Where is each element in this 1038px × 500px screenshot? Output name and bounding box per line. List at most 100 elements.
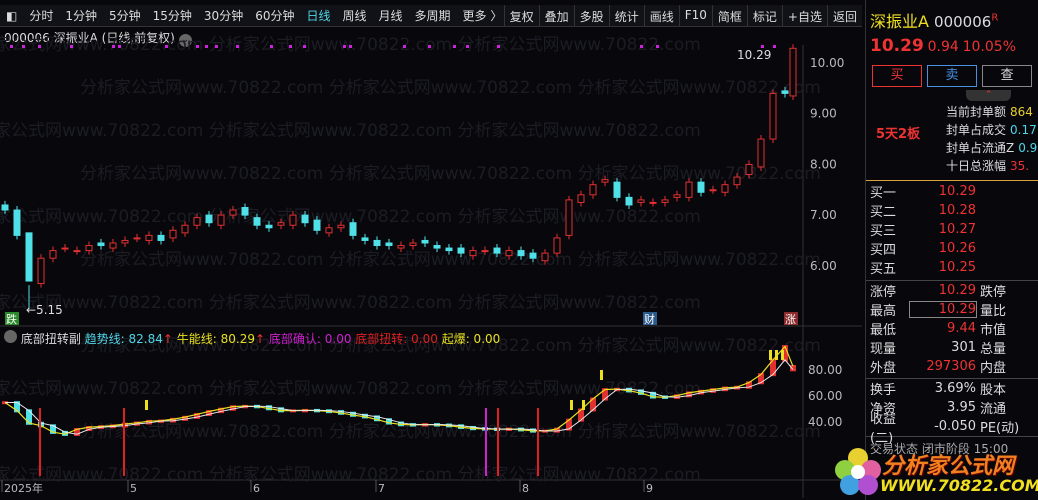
candle	[109, 242, 117, 249]
candle	[685, 181, 693, 198]
query-button[interactable]: 查	[982, 65, 1032, 87]
row-label: 买三	[870, 224, 897, 239]
candle	[757, 138, 765, 168]
kline-chart[interactable]: 分析家公式网www.70822.com 分析家公式网www.70822.com …	[0, 0, 862, 500]
time-label: 6	[253, 482, 260, 495]
candle	[721, 184, 729, 193]
candle	[565, 199, 573, 236]
buy-button[interactable]: 买	[872, 65, 922, 87]
top-signal-dot	[196, 45, 199, 48]
row-value: 10.29	[938, 184, 976, 199]
top-signal-dot	[205, 45, 208, 48]
row-label: 买二	[870, 205, 897, 220]
candle	[397, 245, 405, 249]
candle	[217, 214, 225, 226]
price-change: 0.94	[927, 39, 959, 55]
time-label: 9	[646, 482, 653, 495]
seal-row: 封单占流通Z 0.9	[946, 139, 1038, 157]
top-signal-dot	[112, 45, 115, 48]
candle	[73, 250, 81, 253]
indicator-name[interactable]: 底部扭转副	[21, 332, 81, 346]
candle	[745, 163, 753, 176]
candle	[541, 252, 549, 262]
sell-button[interactable]: 卖	[927, 65, 977, 87]
candle	[61, 247, 69, 250]
candle	[577, 194, 585, 203]
candle	[613, 181, 621, 198]
stats-row: 外盘 297306 内盘	[866, 357, 1038, 376]
top-signal-dot	[236, 45, 239, 48]
candle	[625, 196, 633, 206]
time-label: 7	[378, 482, 385, 495]
row-label: 现量	[870, 342, 897, 357]
candle	[733, 176, 741, 186]
candle	[553, 237, 561, 254]
top-signal-dot	[22, 45, 25, 48]
candle	[13, 209, 21, 236]
watermark: 分析家公式网www.70822.com 分析家公式网www.70822.com …	[0, 293, 701, 313]
candle	[649, 201, 657, 204]
candle	[601, 179, 609, 183]
candle	[769, 92, 777, 140]
candle	[421, 239, 429, 244]
top-signal-dot	[270, 45, 273, 48]
candle	[637, 199, 645, 203]
candle	[301, 214, 309, 224]
candle	[661, 199, 669, 203]
bull-value: 牛能线: 80.29	[176, 332, 255, 346]
up-arrow-icon: ↑	[162, 332, 173, 346]
stats2-row: 收益(二) -0.050 PE(动)	[866, 412, 1038, 446]
candle	[25, 232, 33, 282]
candle	[697, 181, 705, 193]
trend-value: 趋势线: 82.84	[84, 332, 163, 346]
collapse-button[interactable]: ⌃	[966, 90, 1011, 101]
row-label: 最低	[870, 323, 897, 338]
candle	[37, 257, 45, 285]
burst-bar	[775, 350, 778, 360]
row-value: 297306	[926, 359, 976, 374]
watermark: 分析家公式网www.70822.com 分析家公式网www.70822.com …	[0, 465, 701, 485]
row-label-right: 总量	[980, 342, 1007, 357]
candle	[145, 234, 153, 241]
top-signal-dot	[773, 45, 776, 48]
row-label-right: PE(动)	[980, 421, 1020, 436]
candle	[337, 224, 345, 229]
seal-value: 0.9	[1018, 141, 1038, 155]
top-signal-dot	[453, 45, 456, 48]
candle	[589, 184, 597, 196]
quote-panel: 深振业A 000006R 10.29 0.94 10.05% 买卖查 ⌃ 5天2…	[865, 0, 1038, 500]
seal-value: 864	[1010, 105, 1033, 119]
candle	[673, 194, 681, 198]
price-tick: 6.00	[810, 259, 837, 273]
row-value: 3.69%	[934, 381, 976, 396]
burst-bar	[781, 350, 784, 360]
seal-label: 封单占成交	[946, 123, 1007, 137]
r-badge: R	[991, 12, 999, 24]
row-value: 3.95	[947, 400, 976, 415]
time-label: 8	[522, 482, 529, 495]
seal-row: 当前封单额 864	[946, 103, 1038, 121]
low-label: ←5.15	[26, 303, 63, 317]
row-value: 10.26	[938, 241, 976, 256]
top-signal-dot	[118, 45, 121, 48]
price-tick: 7.00	[810, 208, 837, 222]
candle	[385, 242, 393, 247]
burst-bar	[570, 400, 573, 410]
candle	[789, 47, 797, 97]
candle	[97, 242, 105, 247]
candle	[325, 227, 333, 234]
chevron-down-icon[interactable]	[4, 330, 17, 343]
row-label: 买一	[870, 186, 897, 201]
confirm-value: 底部确认: 0.00	[268, 332, 352, 346]
burst-value: 起爆: 0.00	[441, 332, 501, 346]
top-signal-dot	[761, 45, 764, 48]
top-signal-dot	[640, 45, 643, 48]
candle	[709, 189, 717, 192]
candle	[373, 239, 381, 247]
candle	[529, 252, 537, 259]
seal-label: 封单占流通Z	[946, 141, 1015, 155]
candle	[181, 224, 189, 234]
row-label-right: 跌停	[980, 285, 1007, 300]
top-signal-dot	[497, 45, 500, 48]
candle	[289, 214, 297, 226]
